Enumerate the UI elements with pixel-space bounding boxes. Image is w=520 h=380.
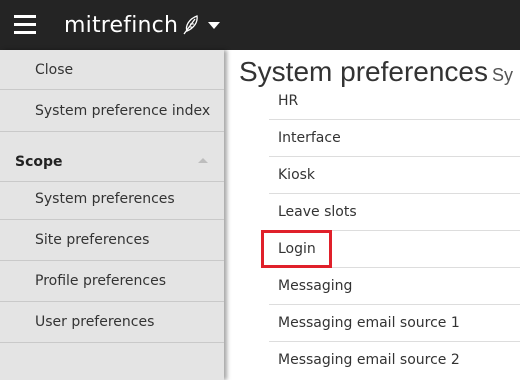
sidebar-item-system-preferences[interactable]: System preferences [0,178,224,220]
chevron-up-icon [198,158,208,163]
sidebar-scope-label: Scope [15,154,63,170]
sidebar-item-site-preferences[interactable]: Site preferences [0,220,224,261]
caret-down-icon [208,21,221,29]
hamburger-menu-icon[interactable] [14,15,36,35]
sidebar-item-close[interactable]: Close [0,50,224,90]
sidebar-scope-heading[interactable]: Scope [0,142,224,182]
sidebar-item-profile-preferences[interactable]: Profile preferences [0,261,224,302]
main-content: System preferences Sy HR Interface Kiosk … [224,50,520,380]
feather-icon [183,15,198,35]
sidebar: Close System preference index Scope Syst… [0,50,224,380]
brand-dropdown[interactable]: mitrefinch [64,11,221,39]
pref-row-messaging-email-source-2[interactable]: Messaging email source 2 [269,341,520,378]
pref-row-hr[interactable]: HR [269,83,520,120]
page-title-suffix: Sy [492,65,514,85]
pref-row-kiosk[interactable]: Kiosk [269,156,520,193]
sidebar-item-user-preferences[interactable]: User preferences [0,302,224,343]
pref-row-messaging[interactable]: Messaging [269,267,520,304]
pref-row-leave-slots[interactable]: Leave slots [269,193,520,230]
sidebar-item-system-preference-index[interactable]: System preference index [0,90,224,132]
pref-row-messaging-email-source-1[interactable]: Messaging email source 1 [269,304,520,341]
brand-name: mitrefinch [64,12,179,38]
pref-row-login[interactable]: Login [269,230,520,267]
top-bar: mitrefinch [0,0,520,50]
pref-row-interface[interactable]: Interface [269,119,520,156]
